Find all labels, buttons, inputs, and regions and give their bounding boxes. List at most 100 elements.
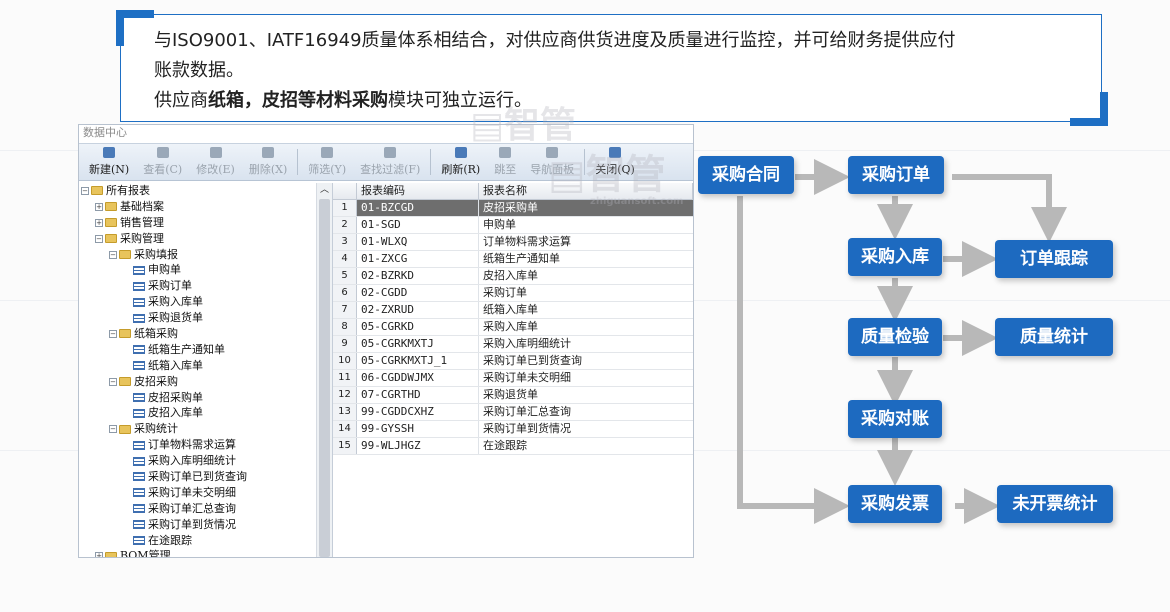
scroll-up-icon[interactable]: ︿ xyxy=(317,183,332,197)
tree-node[interactable]: − 采购管理 xyxy=(79,231,332,247)
toolbar-button-6[interactable]: 刷新(R) xyxy=(435,145,486,177)
tree-node[interactable]: 采购订单到货情况 xyxy=(79,517,332,533)
report-code-cell: 01-SGD xyxy=(357,217,479,233)
report-name-cell: 纸箱生产通知单 xyxy=(483,252,560,265)
intro-line-3-bold: 纸箱，皮招等材料采购 xyxy=(208,90,388,111)
toolbar-button-3[interactable]: 删除(X) xyxy=(243,145,293,177)
report-name-header[interactable]: 报表名称 xyxy=(479,183,693,199)
toolbar-button-9[interactable]: 关闭(Q) xyxy=(589,145,641,177)
table-row[interactable]: 13 99-CGDDCXHZ 采购订单汇总查询 xyxy=(333,404,693,421)
tree-node-label: 所有报表 xyxy=(106,184,150,197)
tree-node[interactable]: 采购入库明细统计 xyxy=(79,453,332,469)
row-number: 15 xyxy=(333,438,357,454)
collapse-icon[interactable]: − xyxy=(109,329,117,338)
tree-node[interactable]: 申购单 xyxy=(79,262,332,278)
report-name-cell: 采购入库单 xyxy=(483,320,538,333)
frame-corner-bottom-right-vertical xyxy=(1100,92,1108,126)
flow-uninvoiced-stats: 未开票统计 xyxy=(997,485,1113,523)
folder-icon xyxy=(119,377,131,387)
tree-node[interactable]: − 纸箱采购 xyxy=(79,326,332,342)
collapse-icon[interactable]: − xyxy=(109,425,117,434)
tree-node[interactable]: 采购入库单 xyxy=(79,294,332,310)
tree-node[interactable]: + BOM管理 xyxy=(79,548,332,557)
toolbar-button-label: 修改(E) xyxy=(196,163,235,176)
expand-icon[interactable]: + xyxy=(95,202,103,211)
tree-node-label: 皮招入库单 xyxy=(148,406,203,420)
toolbar-button-2[interactable]: 修改(E) xyxy=(190,145,241,177)
intro-line-3-suffix: 模块可独立运行。 xyxy=(388,90,532,111)
tree-node[interactable]: 在途跟踪 xyxy=(79,533,332,549)
folder-icon xyxy=(105,234,117,244)
table-row[interactable]: 8 05-CGRKD 采购入库单 xyxy=(333,319,693,336)
table-row[interactable]: 6 02-CGDD 采购订单 xyxy=(333,285,693,302)
collapse-icon[interactable]: − xyxy=(95,234,103,243)
toolbar-button-4[interactable]: 筛选(Y) xyxy=(302,145,352,177)
expand-icon[interactable]: + xyxy=(95,552,103,557)
toolbar-button-1[interactable]: 查看(C) xyxy=(137,145,188,177)
report-code-cell: 99-GYSSH xyxy=(357,421,479,437)
collapse-icon[interactable]: − xyxy=(81,186,89,195)
report-code-cell: 02-CGDD xyxy=(357,285,479,301)
report-name-cell: 申购单 xyxy=(483,218,516,231)
scrollbar-thumb[interactable] xyxy=(319,199,330,557)
table-row[interactable]: 7 02-ZXRUD 纸箱入库单 xyxy=(333,302,693,319)
tree-node[interactable]: 纸箱入库单 xyxy=(79,358,332,374)
toolbar-button-0[interactable]: 新建(N) xyxy=(83,145,135,177)
tree-node[interactable]: + 基础档案 xyxy=(79,199,332,215)
table-row[interactable]: 1 01-BZCGD 皮招采购单 xyxy=(333,200,693,217)
tree-node-label: 纸箱入库单 xyxy=(148,358,203,372)
report-icon xyxy=(133,456,145,466)
tree-node-label: 采购填报 xyxy=(134,247,178,261)
table-row[interactable]: 3 01-WLXQ 订单物料需求运算 xyxy=(333,234,693,251)
table-row[interactable]: 15 99-WLJHGZ 在途跟踪 xyxy=(333,438,693,455)
report-icon xyxy=(133,504,145,514)
tree-node[interactable]: 皮招采购单 xyxy=(79,390,332,406)
grid-header: 报表编码 报表名称 xyxy=(333,183,693,200)
table-row[interactable]: 4 01-ZXCG 纸箱生产通知单 xyxy=(333,251,693,268)
tree-node[interactable]: − 采购填报 xyxy=(79,247,332,263)
tree-node[interactable]: 采购订单未交明细 xyxy=(79,485,332,501)
flow-purchase-reconciliation: 采购对账 xyxy=(848,400,942,438)
collapse-icon[interactable]: − xyxy=(109,377,117,386)
tree-node[interactable]: 采购订单已到货查询 xyxy=(79,469,332,485)
folder-icon xyxy=(119,424,131,434)
table-row[interactable]: 10 05-CGRKMXTJ_1 采购订单已到货查询 xyxy=(333,353,693,370)
tree-node-label: 采购入库明细统计 xyxy=(148,454,236,468)
expand-icon[interactable]: + xyxy=(95,218,103,227)
tree-node-label: 申购单 xyxy=(148,263,181,277)
table-row[interactable]: 12 07-CGRTHD 采购退货单 xyxy=(333,387,693,404)
table-row[interactable]: 11 06-CGDDWJMX 采购订单未交明细 xyxy=(333,370,693,387)
tree-node[interactable]: 采购退货单 xyxy=(79,310,332,326)
tree-node-label: 采购订单已到货查询 xyxy=(148,470,247,484)
row-number: 5 xyxy=(333,268,357,284)
tree-node[interactable]: + 销售管理 xyxy=(79,215,332,231)
tree-node-label: BOM管理 xyxy=(120,549,171,557)
flow-purchase-invoice: 采购发票 xyxy=(848,485,942,523)
intro-line-3: 供应商纸箱，皮招等材料采购模块可独立运行。 xyxy=(154,86,1074,116)
table-row[interactable]: 2 01-SGD 申购单 xyxy=(333,217,693,234)
tree-node[interactable]: 采购订单汇总查询 xyxy=(79,501,332,517)
tree-node[interactable]: − 所有报表 xyxy=(79,183,332,199)
tree-node[interactable]: 订单物料需求运算 xyxy=(79,437,332,453)
tree-node[interactable]: − 皮招采购 xyxy=(79,374,332,390)
report-code-cell: 99-CGDDCXHZ xyxy=(357,404,479,420)
row-number: 1 xyxy=(333,200,357,216)
intro-line-1: 与ISO9001、IATF16949质量体系相结合，对供应商供货进度及质量进行监… xyxy=(154,30,956,51)
table-row[interactable]: 5 02-BZRKD 皮招入库单 xyxy=(333,268,693,285)
tree-node[interactable]: 纸箱生产通知单 xyxy=(79,342,332,358)
folder-icon xyxy=(91,186,103,196)
report-name-cell: 采购退货单 xyxy=(483,388,538,401)
report-icon xyxy=(133,281,145,291)
report-code-header[interactable]: 报表编码 xyxy=(357,183,479,199)
toolbar-button-5[interactable]: 查找过滤(F) xyxy=(354,145,426,177)
table-row[interactable]: 9 05-CGRKMXTJ 采购入库明细统计 xyxy=(333,336,693,353)
tree-node[interactable]: 皮招入库单 xyxy=(79,405,332,421)
table-row[interactable]: 14 99-GYSSH 采购订单到货情况 xyxy=(333,421,693,438)
tree-scrollbar[interactable]: ︿ xyxy=(316,183,332,557)
goto-icon xyxy=(499,147,512,158)
toolbar-button-8[interactable]: 导航面板 xyxy=(524,145,580,177)
collapse-icon[interactable]: − xyxy=(109,250,117,259)
tree-node[interactable]: − 采购统计 xyxy=(79,421,332,437)
toolbar-button-7[interactable]: 跳至 xyxy=(488,145,522,177)
tree-node[interactable]: 采购订单 xyxy=(79,278,332,294)
